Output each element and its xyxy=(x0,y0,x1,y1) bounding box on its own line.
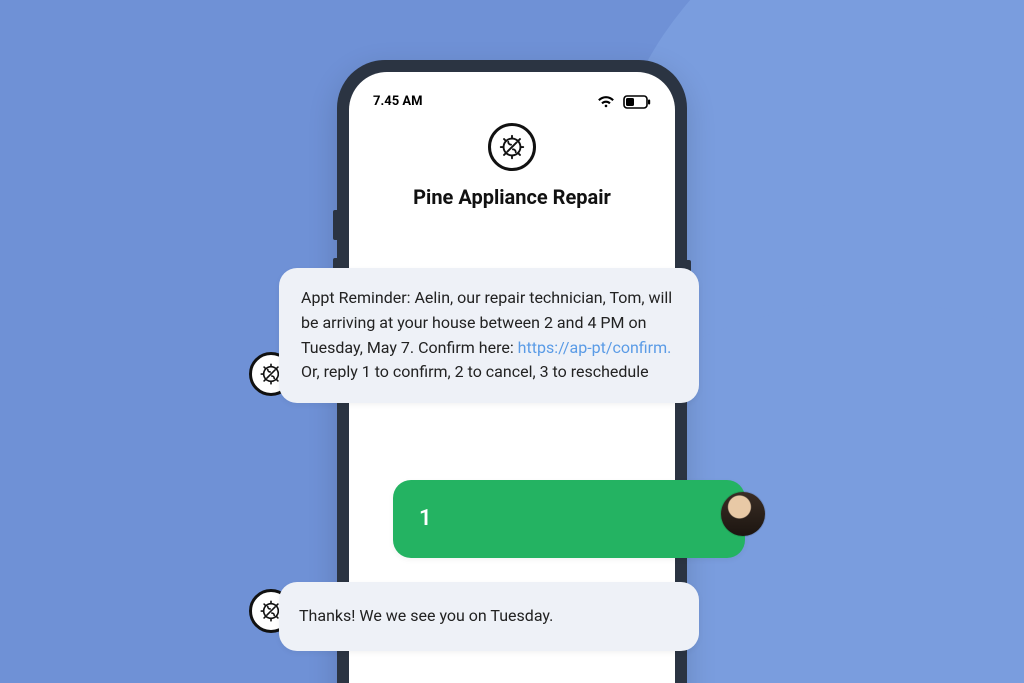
battery-icon xyxy=(623,95,651,109)
status-time: 7.45 AM xyxy=(373,94,423,109)
message-text: Thanks! We we see you on Tuesday. xyxy=(299,606,553,625)
message-link[interactable]: https://ap-pt/confirm. xyxy=(518,338,672,357)
user-avatar xyxy=(721,492,765,536)
wrench-gear-icon xyxy=(488,123,536,171)
wifi-icon xyxy=(597,95,615,109)
chat-title: Pine Appliance Repair xyxy=(349,185,675,209)
status-bar: 7.45 AM xyxy=(349,94,675,109)
phone-frame: 7.45 AM xyxy=(337,60,687,683)
message-bubble-incoming: Appt Reminder: Aelin, our repair technic… xyxy=(279,268,699,403)
message-bubble-incoming: Thanks! We we see you on Tuesday. xyxy=(279,582,699,651)
message-bubble-outgoing: 1 xyxy=(393,480,745,558)
phone-side-button xyxy=(333,210,337,240)
message-text: Or, reply 1 to confirm, 2 to cancel, 3 t… xyxy=(301,362,649,381)
status-right xyxy=(597,95,651,109)
message-text: 1 xyxy=(419,506,432,531)
phone-screen: 7.45 AM xyxy=(349,72,675,683)
stage: 7.45 AM xyxy=(0,0,1024,683)
header-logo xyxy=(349,123,675,171)
